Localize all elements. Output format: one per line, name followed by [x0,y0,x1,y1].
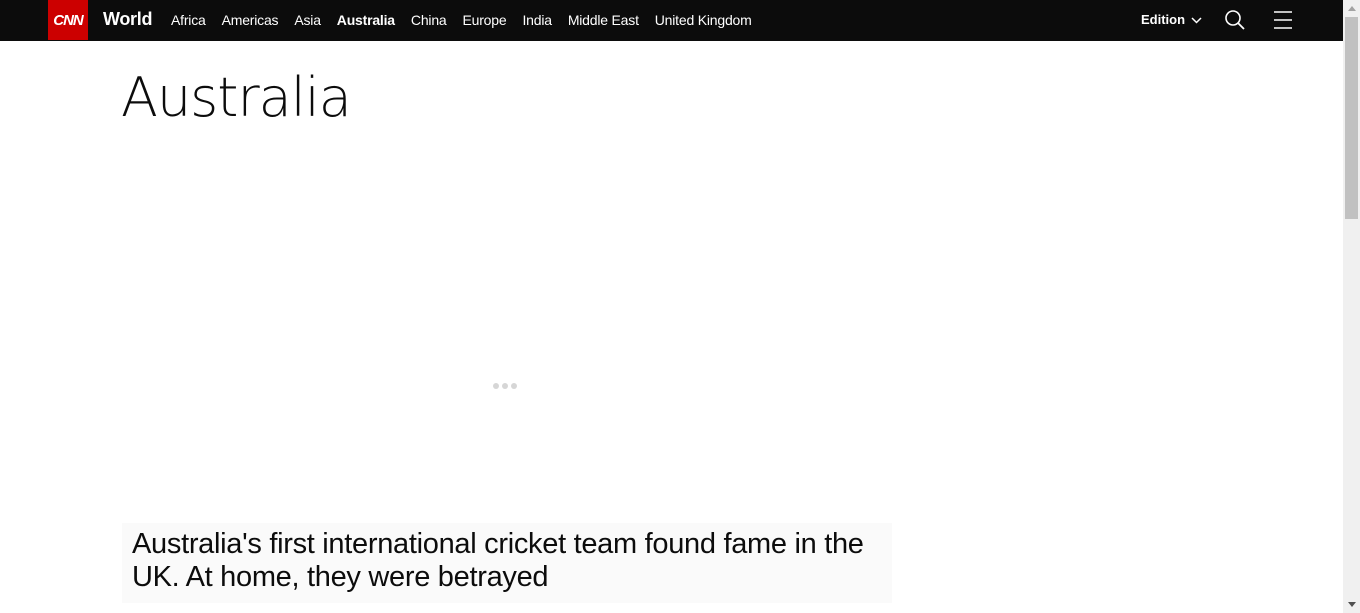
nav-item-china[interactable]: China [411,12,447,28]
menu-button[interactable] [1273,10,1293,30]
page-title: Australia [121,66,352,129]
nav-item-europe[interactable]: Europe [463,12,507,28]
nav-item-united-kingdom[interactable]: United Kingdom [655,12,752,28]
region-nav: Africa Americas Asia Australia China Eur… [171,12,768,28]
loading-dot [493,383,499,389]
nav-item-middle-east[interactable]: Middle East [568,12,639,28]
nav-item-india[interactable]: India [522,12,552,28]
scroll-up-button[interactable] [1343,0,1360,17]
logo-text: CNN [53,11,83,29]
cnn-logo[interactable]: CNN [48,0,88,40]
page: CNN World Africa Americas Asia Australia… [0,0,1360,613]
edition-selector[interactable]: Edition [1141,12,1202,27]
top-navigation-bar: CNN World Africa Americas Asia Australia… [0,0,1343,41]
scrollbar-thumb[interactable] [1345,17,1358,219]
chevron-down-icon [1191,17,1202,24]
nav-item-americas[interactable]: Americas [222,12,279,28]
nav-item-australia[interactable]: Australia [337,12,395,28]
search-button[interactable] [1224,9,1246,31]
headline-card[interactable]: Australia's first international cricket … [122,523,892,603]
edition-label: Edition [1141,12,1186,27]
loading-indicator [493,383,517,389]
nav-item-africa[interactable]: Africa [171,12,206,28]
triangle-up-icon [1347,6,1356,11]
headline-link[interactable]: Australia's first international cricket … [132,528,882,594]
search-icon [1225,10,1245,30]
loading-dot [502,383,508,389]
section-title[interactable]: World [103,9,152,30]
scroll-down-button[interactable] [1343,596,1360,613]
loading-dot [511,383,517,389]
hamburger-menu-icon [1274,11,1292,29]
nav-item-asia[interactable]: Asia [294,12,321,28]
vertical-scrollbar[interactable] [1343,0,1360,613]
triangle-down-icon [1347,602,1356,607]
